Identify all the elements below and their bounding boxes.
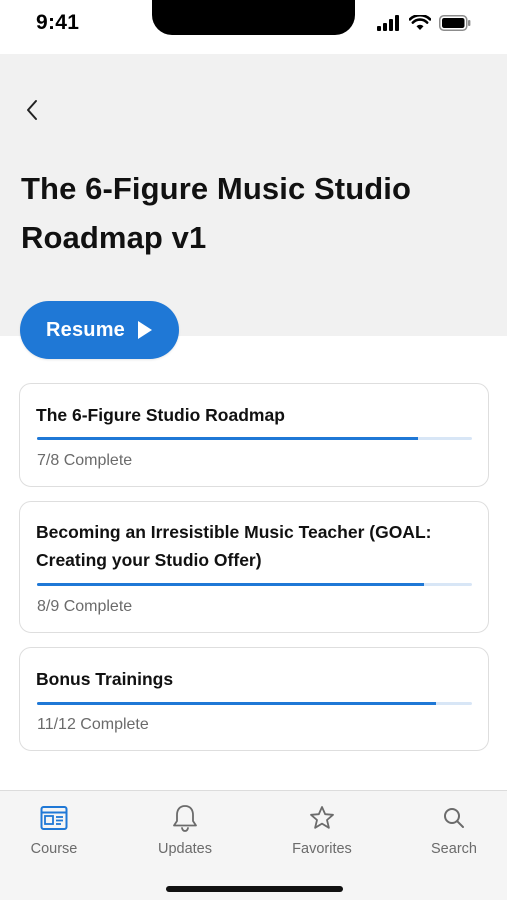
search-icon bbox=[444, 808, 464, 828]
chevron-left-icon bbox=[27, 100, 37, 120]
page-title: The 6-Figure Music Studio Roadmap v1 bbox=[21, 171, 412, 255]
module-card[interactable]: The 6-Figure Studio Roadmap 7/8 Complete bbox=[19, 383, 489, 487]
battery-icon bbox=[439, 15, 471, 31]
tab-bar: Course Updates Favorites Search bbox=[0, 790, 507, 900]
module-progress-bar bbox=[37, 437, 472, 440]
module-progress-fill bbox=[37, 583, 424, 586]
module-progress-fill bbox=[37, 702, 436, 705]
tab-updates[interactable]: Updates bbox=[140, 803, 230, 857]
module-title: Becoming an Irresistible Music Teacher (… bbox=[36, 522, 432, 570]
tab-label: Course bbox=[30, 841, 78, 857]
tab-search[interactable]: Search bbox=[409, 803, 499, 857]
bell-icon bbox=[173, 805, 197, 832]
module-status: 8/9 Complete bbox=[37, 598, 133, 615]
module-status: 7/8 Complete bbox=[37, 452, 133, 469]
status-bar: 9:41 bbox=[0, 0, 507, 54]
module-title: The 6-Figure Studio Roadmap bbox=[36, 405, 285, 425]
module-title: Bonus Trainings bbox=[36, 669, 174, 689]
play-icon bbox=[138, 321, 152, 339]
tab-label: Search bbox=[431, 841, 477, 857]
cellular-signal-icon bbox=[377, 15, 399, 31]
wifi-icon bbox=[409, 15, 431, 30]
resume-button[interactable]: Resume bbox=[20, 301, 179, 359]
home-indicator bbox=[166, 886, 343, 892]
status-icons bbox=[377, 15, 471, 31]
tab-favorites[interactable]: Favorites bbox=[277, 803, 367, 857]
module-card[interactable]: Becoming an Irresistible Music Teacher (… bbox=[19, 501, 489, 633]
module-progress-bar bbox=[37, 583, 472, 586]
tab-label: Updates bbox=[157, 841, 212, 857]
tab-course[interactable]: Course bbox=[9, 803, 99, 857]
module-status: 11/12 Complete bbox=[37, 716, 149, 733]
star-icon bbox=[310, 806, 334, 829]
course-icon bbox=[40, 806, 68, 830]
tab-label: Favorites bbox=[292, 841, 352, 857]
module-progress-fill bbox=[37, 437, 418, 440]
module-card[interactable]: Bonus Trainings 11/12 Complete bbox=[19, 647, 489, 751]
notch bbox=[152, 0, 355, 35]
module-progress-bar bbox=[37, 702, 472, 705]
status-time: 9:41 bbox=[36, 11, 80, 34]
back-button[interactable] bbox=[18, 96, 46, 124]
resume-label: Resume bbox=[45, 318, 125, 341]
